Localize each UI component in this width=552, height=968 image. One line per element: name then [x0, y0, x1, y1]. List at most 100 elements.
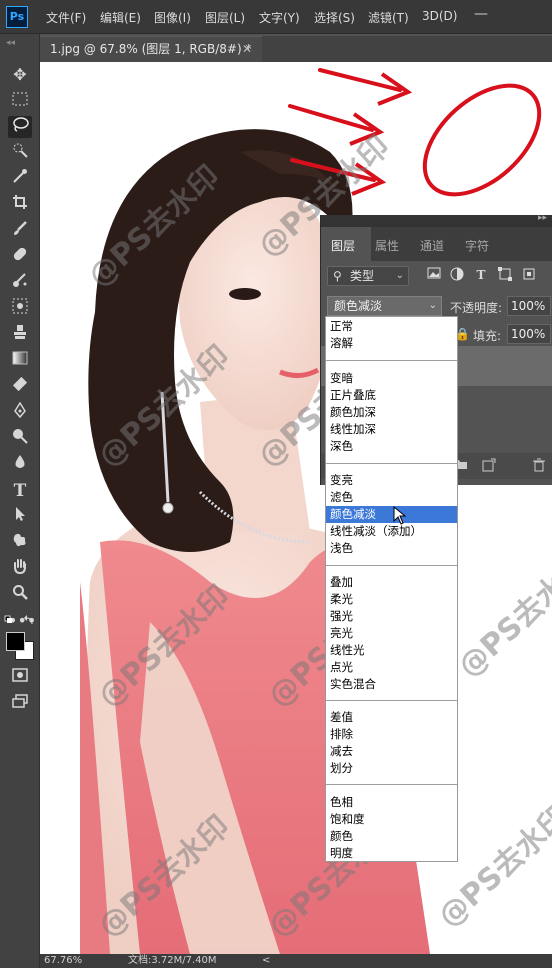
blend-option[interactable]: 正常 [326, 318, 457, 335]
hand-tool-icon[interactable] [8, 558, 32, 580]
eraser-area-icon[interactable] [8, 324, 32, 346]
tools-panel: ◂◂ ✥ T ••• [0, 34, 40, 968]
search-icon: ⚲ [333, 269, 342, 283]
menu-separator [326, 463, 457, 464]
opacity-field[interactable]: 100% [507, 296, 551, 316]
tab-properties[interactable]: 属性 [375, 237, 399, 254]
tab-character[interactable]: 字符 [465, 237, 489, 254]
document-tab[interactable]: 1.jpg @ 67.8% (图层 1, RGB/8#) * ✕ [40, 36, 262, 62]
blend-option[interactable]: 明度 [326, 845, 457, 862]
blend-option-selected[interactable]: 颜色减淡 [326, 506, 457, 523]
blend-option[interactable]: 亮光 [326, 625, 457, 642]
blend-option[interactable]: 排除 [326, 726, 457, 743]
panel-header: ▸▸ [321, 213, 552, 227]
new-layer-icon[interactable] [481, 458, 497, 474]
blend-option[interactable]: 颜色 [326, 828, 457, 845]
blend-option[interactable]: 溶解 [326, 335, 457, 352]
panel-grip-icon[interactable]: ◂◂ [6, 38, 15, 48]
move-tool-icon[interactable]: ✥ [8, 64, 32, 86]
blend-option[interactable]: 颜色加深 [326, 404, 457, 421]
patch-tool-icon[interactable] [8, 272, 32, 294]
delete-layer-icon[interactable] [531, 458, 547, 474]
menu-3d[interactable]: 3D(D) [422, 9, 457, 23]
blend-option[interactable]: 叠加 [326, 574, 457, 591]
blend-option[interactable]: 深色 [326, 438, 457, 455]
zoom-tool-icon[interactable] [8, 584, 32, 606]
screen-mode-icon[interactable] [8, 692, 32, 714]
blend-option[interactable]: 划分 [326, 760, 457, 777]
document-size: 文档:3.72M/7.40M [128, 955, 217, 966]
tab-channels[interactable]: 通道 [420, 237, 444, 254]
menu-bar: Ps 文件(F) 编辑(E) 图像(I) 图层(L) 文字(Y) 选择(S) 滤… [0, 0, 552, 34]
menu-layer[interactable]: 图层(L) [205, 9, 245, 26]
stamp-tool-icon[interactable] [8, 298, 32, 320]
blend-option[interactable]: 变暗 [326, 370, 457, 387]
menu-separator [326, 565, 457, 566]
collapse-panel-icon[interactable]: ▸▸ [538, 213, 547, 223]
crop-tool-icon[interactable] [8, 194, 32, 216]
eyedropper-tool-icon[interactable] [8, 168, 32, 190]
healing-tool-icon[interactable] [8, 246, 32, 268]
menu-select[interactable]: 选择(S) [314, 9, 355, 26]
quick-mask-icon[interactable] [8, 666, 32, 688]
document-tab-title: 1.jpg @ 67.8% (图层 1, RGB/8#) * [50, 42, 252, 56]
quick-select-tool-icon[interactable] [8, 142, 32, 164]
blend-option[interactable]: 滤色 [326, 489, 457, 506]
blend-option[interactable]: 线性减淡（添加） [326, 523, 457, 540]
eraser-tool-icon[interactable] [8, 376, 32, 398]
blend-option[interactable]: 减去 [326, 743, 457, 760]
path-select-tool-icon[interactable] [8, 506, 32, 528]
filter-smart-object-icon[interactable] [521, 267, 537, 283]
menu-separator [326, 360, 457, 361]
layer-filter-select[interactable]: ⚲ 类型 ⌄ [327, 266, 409, 286]
filter-adjustment-icon[interactable] [449, 267, 465, 283]
blend-option[interactable]: 色相 [326, 794, 457, 811]
blend-mode-select[interactable]: 颜色减淡 ⌄ [327, 296, 442, 316]
menu-edit[interactable]: 编辑(E) [100, 9, 141, 26]
menu-filter[interactable]: 滤镜(T) [368, 9, 409, 26]
filter-pixel-icon[interactable] [426, 267, 442, 283]
color-swatches[interactable] [6, 632, 34, 660]
blend-mode-dropdown: 正常 溶解 变暗 正片叠底 颜色加深 线性加深 深色 变亮 滤色 颜色减淡 线性… [325, 316, 458, 862]
blend-option[interactable]: 点光 [326, 659, 457, 676]
minimize-icon[interactable]: — [474, 6, 488, 22]
close-icon[interactable]: ✕ [242, 37, 252, 61]
menu-separator [326, 700, 457, 701]
blend-option[interactable]: 实色混合 [326, 676, 457, 693]
type-tool-icon[interactable]: T [8, 480, 32, 502]
blend-option[interactable]: 强光 [326, 608, 457, 625]
filter-type-icon[interactable]: T [473, 267, 489, 283]
chevron-down-icon: ⌄ [428, 300, 437, 311]
dodge-tool-icon[interactable] [8, 428, 32, 450]
foreground-color-swatch[interactable] [6, 632, 25, 651]
blend-option[interactable]: 浅色 [326, 540, 457, 557]
blend-option[interactable]: 线性光 [326, 642, 457, 659]
custom-shape-tool-icon[interactable] [8, 532, 32, 554]
gradient-tool-icon[interactable] [8, 350, 32, 372]
lasso-tool-icon[interactable] [8, 116, 32, 138]
tab-layers[interactable]: 图层 [331, 237, 355, 254]
document-canvas[interactable]: @PS去水印 @PS去水印 @PS去水印 @PS去水印 @PS去水印 @PS去水… [40, 62, 552, 954]
pen-tool-icon[interactable] [8, 401, 32, 424]
marquee-tool-icon[interactable] [8, 90, 32, 112]
blend-option[interactable]: 线性加深 [326, 421, 457, 438]
blend-option[interactable]: 饱和度 [326, 811, 457, 828]
mouse-cursor-icon [393, 506, 407, 525]
fill-field[interactable]: 100% [507, 324, 551, 344]
swap-colors-icon[interactable] [4, 612, 36, 632]
menu-image[interactable]: 图像(I) [154, 9, 191, 26]
blur-tool-icon[interactable] [8, 454, 32, 476]
status-bar: 67.76% 文档:3.72M/7.40M < [40, 954, 552, 968]
opacity-label: 不透明度: [450, 301, 503, 315]
menu-file[interactable]: 文件(F) [46, 9, 86, 26]
menu-type[interactable]: 文字(Y) [259, 9, 300, 26]
brush-tool-icon[interactable] [8, 220, 32, 242]
zoom-level[interactable]: 67.76% [44, 954, 82, 968]
blend-option[interactable]: 正片叠底 [326, 387, 457, 404]
blend-option[interactable]: 柔光 [326, 591, 457, 608]
chevron-left-icon[interactable]: < [262, 954, 270, 968]
blend-option[interactable]: 差值 [326, 709, 457, 726]
filter-shape-icon[interactable] [497, 267, 513, 283]
blend-option[interactable]: 变亮 [326, 472, 457, 489]
photoshop-logo: Ps [6, 6, 28, 28]
